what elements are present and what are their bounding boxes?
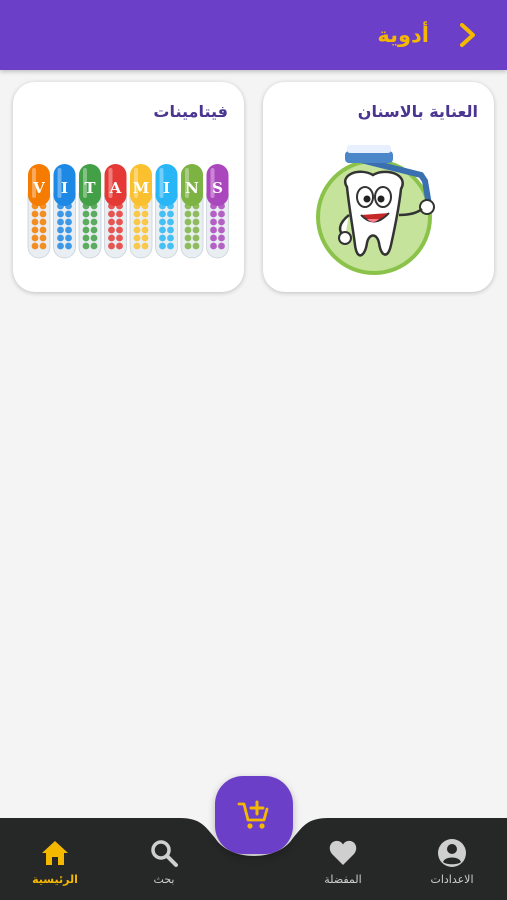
- category-label: العناية بالاسنان: [357, 102, 478, 121]
- svg-text:I: I: [60, 179, 67, 197]
- category-label: فيتامينات: [153, 102, 228, 121]
- heart-icon: [329, 840, 357, 865]
- category-card-vitamins[interactable]: فيتامينات VITAMINS: [13, 82, 244, 292]
- tooth-mascot-image: [263, 137, 494, 287]
- vitamins-capsules-image: VITAMINS: [13, 137, 244, 287]
- page-title: أدوية: [377, 23, 429, 47]
- nav-item-search[interactable]: بحث: [124, 838, 204, 894]
- add-to-cart-button[interactable]: [215, 776, 293, 854]
- svg-text:S: S: [212, 179, 223, 197]
- nav-label-settings: الاعدادات: [430, 873, 474, 886]
- app-header: أدوية: [0, 0, 507, 70]
- back-button[interactable]: [453, 20, 483, 50]
- home-icon: [42, 841, 68, 865]
- nav-item-settings[interactable]: الاعدادات: [412, 838, 492, 894]
- svg-text:V: V: [32, 179, 45, 197]
- nav-label-home: الرئيسية: [32, 873, 78, 886]
- svg-text:N: N: [185, 179, 199, 197]
- nav-item-favorites[interactable]: المفضلة: [303, 838, 383, 894]
- chevron-right-icon: [460, 23, 475, 47]
- nav-item-home[interactable]: الرئيسية: [15, 838, 95, 894]
- svg-text:A: A: [108, 179, 121, 197]
- nav-label-search: بحث: [153, 873, 175, 886]
- category-card-dental-care[interactable]: العناية بالاسنان: [263, 82, 494, 292]
- search-icon: [151, 840, 178, 867]
- svg-text:I: I: [162, 179, 169, 197]
- svg-text:T: T: [84, 179, 96, 197]
- nav-label-favorites: المفضلة: [324, 873, 362, 886]
- add-to-cart-icon: [237, 800, 269, 829]
- svg-text:M: M: [132, 179, 149, 197]
- account-circle-icon: [438, 839, 466, 867]
